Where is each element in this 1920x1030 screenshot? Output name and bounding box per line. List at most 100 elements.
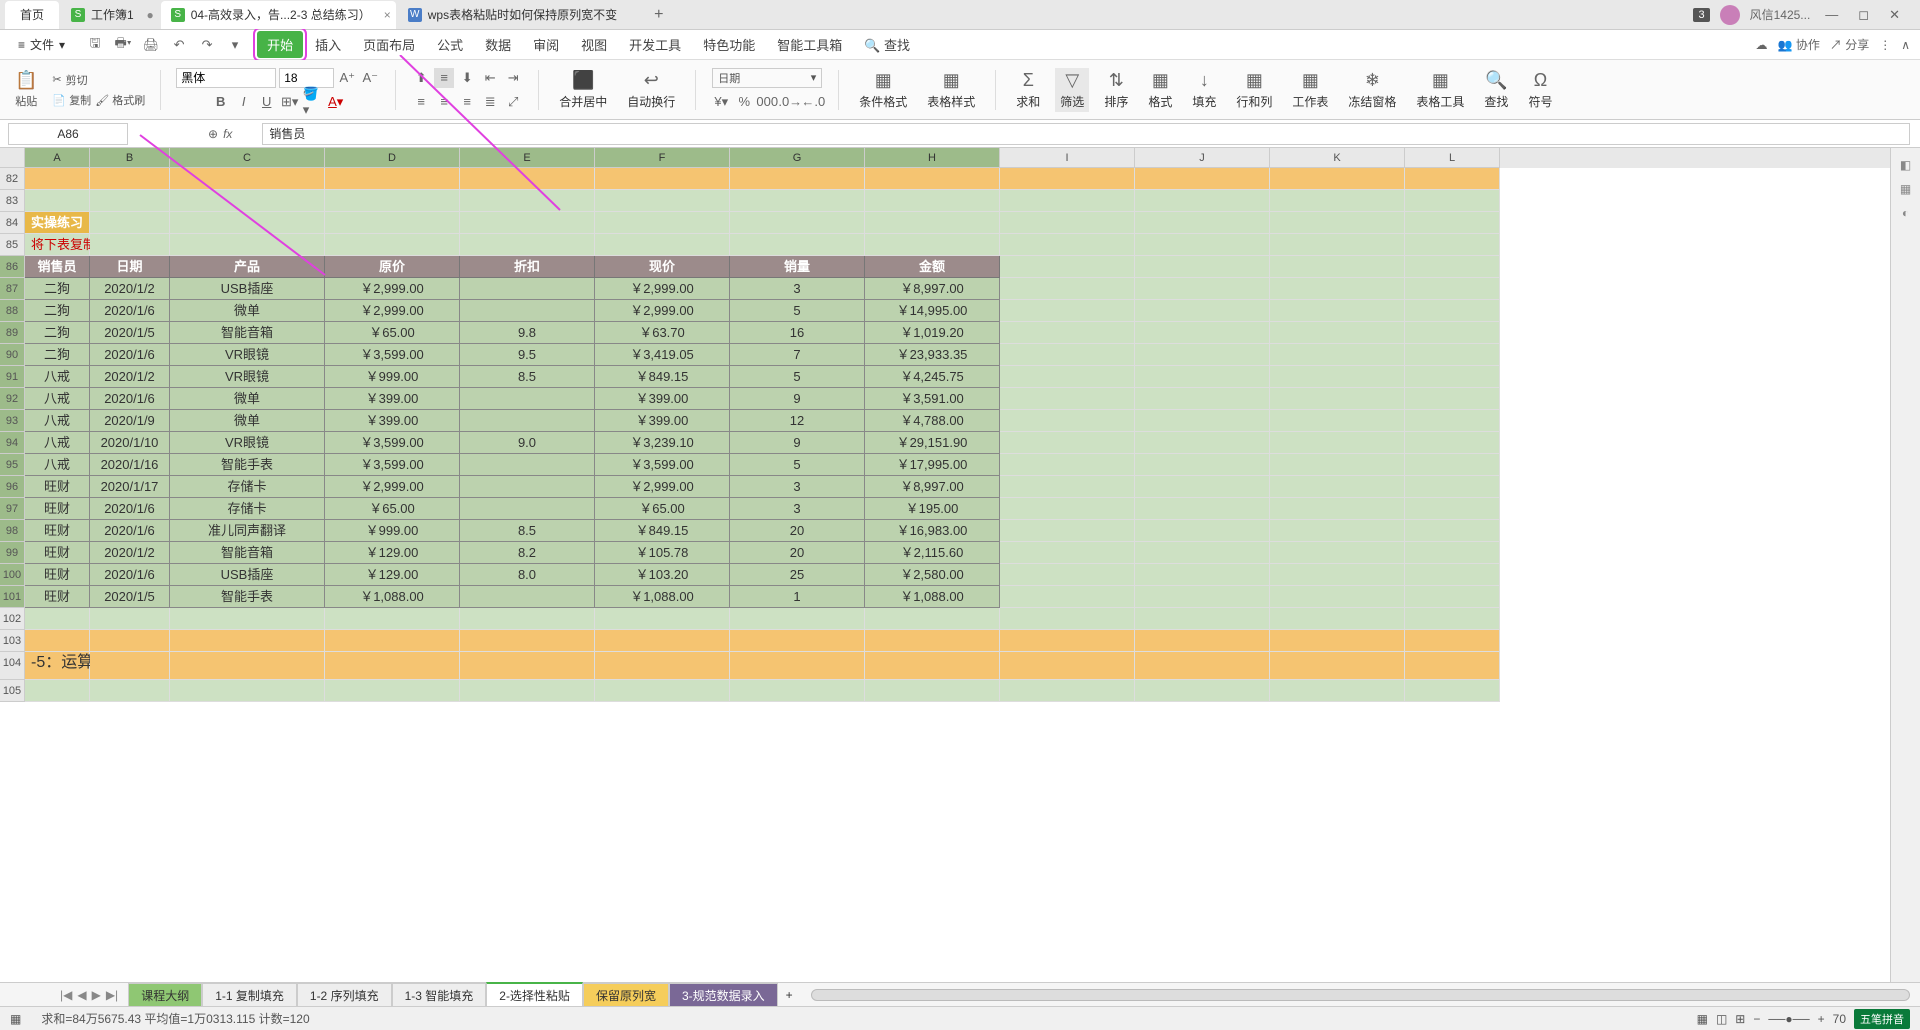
copy-button[interactable]: 📄 复制 bbox=[52, 92, 91, 108]
cell[interactable]: ￥2,999.00 bbox=[595, 476, 730, 498]
cell[interactable] bbox=[1000, 234, 1135, 256]
cell[interactable]: 2020/1/10 bbox=[90, 432, 170, 454]
row-header[interactable]: 97 bbox=[0, 498, 25, 520]
cell[interactable] bbox=[1135, 410, 1270, 432]
cell[interactable]: ￥1,019.20 bbox=[865, 322, 1000, 344]
cell[interactable] bbox=[25, 680, 90, 702]
cell[interactable] bbox=[460, 476, 595, 498]
row-header[interactable]: 105 bbox=[0, 680, 25, 702]
cell[interactable]: 日期 bbox=[90, 256, 170, 278]
cell[interactable] bbox=[90, 680, 170, 702]
cell[interactable]: ￥849.15 bbox=[595, 366, 730, 388]
cell[interactable] bbox=[1135, 542, 1270, 564]
cell[interactable] bbox=[1405, 278, 1500, 300]
cell[interactable] bbox=[865, 608, 1000, 630]
formula-input[interactable]: 销售员 bbox=[262, 123, 1910, 145]
cell[interactable] bbox=[1000, 630, 1135, 652]
cell[interactable] bbox=[170, 652, 325, 680]
cell[interactable]: 5 bbox=[730, 366, 865, 388]
preview-icon[interactable]: 🖨 bbox=[141, 35, 161, 55]
orientation-icon[interactable]: ⤢ bbox=[503, 92, 523, 112]
cell[interactable]: ￥1,088.00 bbox=[325, 586, 460, 608]
filter-button[interactable]: ▽筛选 bbox=[1055, 68, 1089, 112]
cell[interactable]: 折扣 bbox=[460, 256, 595, 278]
horizontal-scrollbar[interactable] bbox=[811, 989, 1910, 1001]
row-header[interactable]: 102 bbox=[0, 608, 25, 630]
cell[interactable] bbox=[1405, 300, 1500, 322]
cell[interactable]: 2020/1/6 bbox=[90, 564, 170, 586]
cell[interactable]: 2020/1/5 bbox=[90, 322, 170, 344]
cell[interactable]: 八戒 bbox=[25, 454, 90, 476]
cell[interactable] bbox=[1000, 212, 1135, 234]
cell[interactable] bbox=[1405, 322, 1500, 344]
increase-font-icon[interactable]: A⁺ bbox=[337, 68, 357, 88]
cell[interactable] bbox=[1000, 476, 1135, 498]
zoom-in-button[interactable]: + bbox=[1818, 1012, 1825, 1026]
avatar[interactable] bbox=[1720, 5, 1740, 25]
select-all-corner[interactable] bbox=[0, 148, 25, 168]
cell[interactable] bbox=[1000, 410, 1135, 432]
cell[interactable] bbox=[460, 388, 595, 410]
close-icon[interactable]: × bbox=[384, 8, 391, 22]
cell[interactable] bbox=[25, 630, 90, 652]
sheet-nav-first[interactable]: |◀ bbox=[60, 988, 72, 1002]
cell[interactable] bbox=[1405, 366, 1500, 388]
align-top-icon[interactable]: ⬆ bbox=[411, 68, 431, 88]
zoom-slider[interactable]: ──●── bbox=[1768, 1012, 1809, 1026]
cell[interactable]: ￥16,983.00 bbox=[865, 520, 1000, 542]
redo-icon[interactable]: ↷ bbox=[197, 35, 217, 55]
cell[interactable]: 实操练习 bbox=[25, 212, 90, 234]
freeze-button[interactable]: ❄冻结窗格 bbox=[1343, 68, 1401, 112]
col-header[interactable]: F bbox=[595, 148, 730, 168]
row-header[interactable]: 91 bbox=[0, 366, 25, 388]
row-header[interactable]: 96 bbox=[0, 476, 25, 498]
sheet-tab[interactable]: 3-规范数据录入 bbox=[669, 983, 778, 1007]
panel-icon[interactable]: ◧ bbox=[1900, 158, 1911, 172]
cell[interactable]: 9.8 bbox=[460, 322, 595, 344]
menu-special[interactable]: 特色功能 bbox=[693, 31, 765, 58]
cell[interactable]: ￥3,599.00 bbox=[325, 454, 460, 476]
cell[interactable] bbox=[325, 212, 460, 234]
cell[interactable] bbox=[1270, 432, 1405, 454]
cell[interactable] bbox=[1270, 212, 1405, 234]
cell[interactable] bbox=[1270, 586, 1405, 608]
col-header[interactable]: H bbox=[865, 148, 1000, 168]
name-box[interactable]: A86 bbox=[8, 123, 128, 145]
cell[interactable]: 智能音箱 bbox=[170, 322, 325, 344]
row-header[interactable]: 100 bbox=[0, 564, 25, 586]
cell[interactable] bbox=[1405, 498, 1500, 520]
cell[interactable] bbox=[865, 234, 1000, 256]
cell[interactable]: 旺财 bbox=[25, 476, 90, 498]
cell[interactable] bbox=[460, 652, 595, 680]
font-select[interactable] bbox=[176, 68, 276, 88]
undo-icon[interactable]: ↶ bbox=[169, 35, 189, 55]
cell[interactable] bbox=[730, 652, 865, 680]
cell[interactable] bbox=[595, 608, 730, 630]
cell[interactable] bbox=[1270, 344, 1405, 366]
cell[interactable] bbox=[1135, 278, 1270, 300]
menu-view[interactable]: 视图 bbox=[571, 31, 617, 58]
cell[interactable] bbox=[730, 608, 865, 630]
format-painter-button[interactable]: 🖌 格式刷 bbox=[95, 92, 145, 108]
cell[interactable]: 旺财 bbox=[25, 542, 90, 564]
cell[interactable] bbox=[1270, 190, 1405, 212]
align-center-icon[interactable]: ≡ bbox=[434, 92, 454, 112]
cell[interactable]: 9 bbox=[730, 432, 865, 454]
cell[interactable]: 2020/1/2 bbox=[90, 366, 170, 388]
cell[interactable]: 销售员 bbox=[25, 256, 90, 278]
cell[interactable]: ￥3,599.00 bbox=[595, 454, 730, 476]
cell[interactable] bbox=[1270, 498, 1405, 520]
collapse-ribbon-icon[interactable]: ∧ bbox=[1901, 38, 1910, 52]
menu-insert[interactable]: 插入 bbox=[305, 31, 351, 58]
cell[interactable] bbox=[25, 168, 90, 190]
dec-decimal-icon[interactable]: ←.0 bbox=[803, 92, 823, 112]
sheet-tab[interactable]: 1-1 复制填充 bbox=[202, 983, 297, 1007]
cell[interactable] bbox=[1405, 410, 1500, 432]
cell[interactable] bbox=[1135, 630, 1270, 652]
menu-smart[interactable]: 智能工具箱 bbox=[767, 31, 852, 58]
cell[interactable] bbox=[460, 278, 595, 300]
sum-button[interactable]: Σ求和 bbox=[1011, 68, 1045, 112]
row-header[interactable]: 88 bbox=[0, 300, 25, 322]
cell[interactable]: 2020/1/17 bbox=[90, 476, 170, 498]
symbol-button[interactable]: Ω符号 bbox=[1523, 68, 1557, 112]
